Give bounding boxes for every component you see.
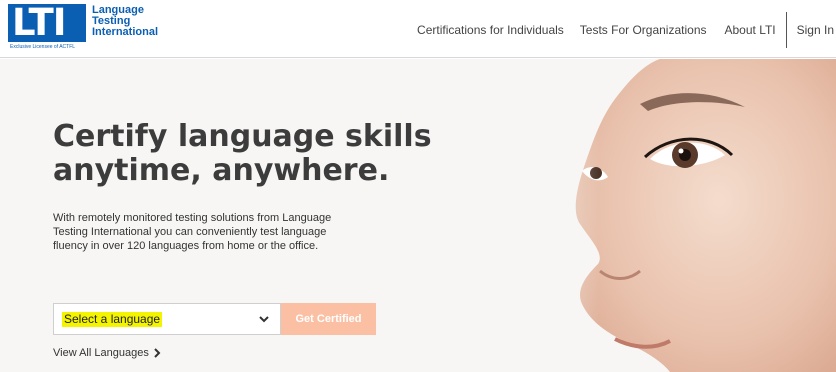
- logo-mark: LTI: [8, 1, 86, 44]
- hero-woman-face-image: [520, 59, 836, 372]
- language-select[interactable]: Select a language: [53, 303, 281, 335]
- nav-sign-in[interactable]: Sign In: [797, 23, 834, 37]
- hero-headline: Certify language skills anytime, anywher…: [53, 120, 473, 188]
- nav-certifications-for-individuals[interactable]: Certifications for Individuals: [417, 23, 564, 37]
- hero-headline-line-1: Certify language skills: [53, 119, 432, 154]
- logo-name-line-3: International: [92, 26, 159, 38]
- logo-name: Language Testing International: [92, 5, 168, 38]
- chevron-right-icon: [154, 348, 161, 358]
- logo-letters: LTI: [12, 1, 66, 44]
- hero-headline-line-2: anytime, anywhere.: [53, 153, 390, 188]
- logo-tagline: Exclusive Licensee of ACTFL: [10, 44, 76, 50]
- get-certified-button[interactable]: Get Certified: [281, 303, 376, 335]
- hero-section: Certify language skills anytime, anywher…: [0, 59, 836, 372]
- hero-description: With remotely monitored testing solution…: [53, 212, 332, 252]
- main-nav: Certifications for Individuals Tests For…: [417, 12, 836, 48]
- lti-logo[interactable]: LTI Language Testing International Exclu…: [8, 1, 168, 50]
- nav-divider: [785, 12, 787, 48]
- nav-about-lti[interactable]: About LTI: [725, 23, 776, 37]
- view-all-languages-link[interactable]: View All Languages: [53, 347, 161, 359]
- chevron-down-icon: [259, 316, 269, 323]
- view-all-languages-label: View All Languages: [53, 347, 149, 359]
- language-select-value: Select a language: [62, 312, 163, 327]
- site-header: LTI Language Testing International Exclu…: [0, 0, 836, 58]
- nav-tests-for-organizations[interactable]: Tests For Organizations: [580, 23, 707, 37]
